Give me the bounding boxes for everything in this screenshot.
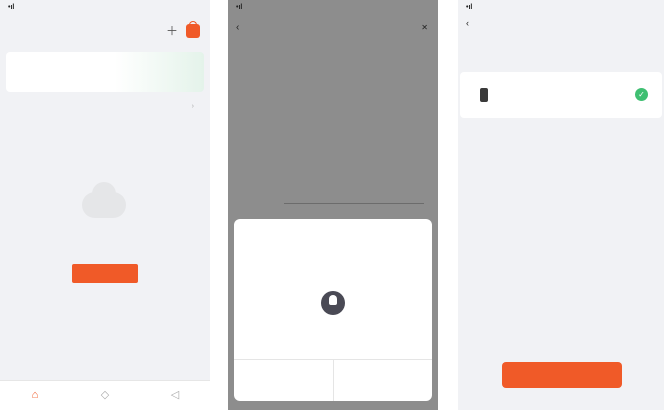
header-actions: ＋ — [166, 20, 200, 39]
signal-indicator: •ıl — [236, 4, 243, 11]
searching-dialog — [234, 219, 432, 401]
plug-icon — [480, 88, 488, 102]
status-bar: •ıl — [0, 4, 210, 16]
tab-smart[interactable]: ◇ — [95, 390, 115, 401]
device-category-grid — [234, 84, 432, 180]
home-screen: •ıl ＋ › ⌂ ◇ ◁ — [0, 0, 210, 410]
grid-row[interactable] — [234, 132, 432, 156]
check-circle-icon[interactable]: ✓ — [635, 88, 648, 101]
device-list-item[interactable]: ✓ — [460, 72, 662, 118]
back-icon[interactable]: ‹ — [466, 18, 469, 28]
grid-row[interactable] — [234, 156, 432, 180]
chevron-right-icon: › — [191, 103, 194, 110]
tab-profile[interactable]: ◁ — [165, 390, 185, 401]
tab-home[interactable]: ⌂ — [25, 390, 45, 401]
add-device-button[interactable] — [72, 264, 138, 283]
page-header: ‹ ✕ — [228, 20, 438, 38]
device-search-icon — [321, 291, 345, 315]
search-screen: •ıl ‹ ✕ — [228, 0, 438, 410]
divider — [333, 359, 334, 401]
add-icon[interactable]: ＋ — [166, 22, 178, 39]
status-bar: •ıl — [228, 4, 438, 16]
tab-bar: ⌂ ◇ ◁ — [0, 380, 210, 410]
smart-icon: ◇ — [100, 389, 110, 401]
grid-row[interactable] — [234, 84, 432, 108]
close-icon[interactable]: ✕ — [421, 23, 428, 32]
divider — [284, 203, 424, 204]
promo-banner[interactable] — [6, 52, 204, 92]
signal-indicator: •ıl — [466, 4, 473, 11]
empty-state-icon — [82, 182, 126, 218]
home-icon: ⌂ — [31, 389, 39, 401]
next-button[interactable] — [502, 362, 622, 388]
back-icon[interactable]: ‹ — [236, 22, 239, 33]
signal-indicator: •ıl — [8, 4, 15, 11]
status-bar: •ıl — [458, 4, 664, 16]
device-found-screen: •ıl ‹ ✓ — [458, 0, 664, 410]
grid-row[interactable] — [234, 108, 432, 132]
bag-icon[interactable] — [186, 20, 200, 38]
profile-icon: ◁ — [170, 389, 180, 401]
